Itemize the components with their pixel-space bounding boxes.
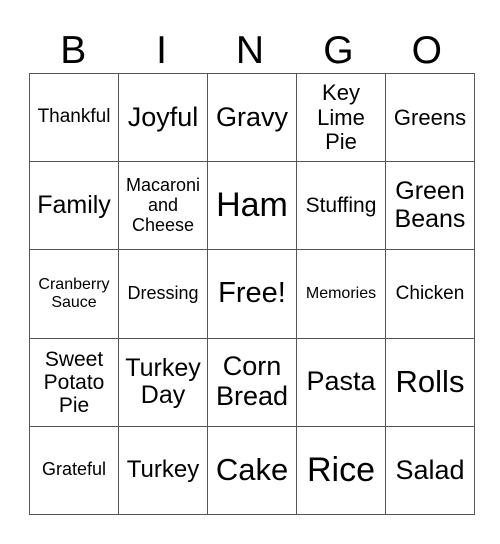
cell-text: Memories xyxy=(305,285,377,303)
cell-text: Greens xyxy=(393,104,467,130)
bingo-cell[interactable]: Corn Bread xyxy=(207,337,297,427)
cell-text: Rice xyxy=(306,450,376,489)
bingo-cell[interactable]: Pasta xyxy=(296,337,386,427)
cell-text-line: Cheese xyxy=(131,214,195,235)
bingo-cell[interactable]: Ham xyxy=(207,161,297,251)
bingo-cell[interactable]: Cake xyxy=(207,425,297,516)
cell-text-line: Macaroni xyxy=(125,175,201,196)
header-letter-o: O xyxy=(411,29,442,72)
cell-text-line: Pie xyxy=(58,393,90,417)
cell-text: Stuffing xyxy=(305,194,377,218)
header-letter-g: G xyxy=(323,29,354,72)
bingo-cell[interactable]: Chicken xyxy=(385,249,475,339)
bingo-cell[interactable]: Cranberry Sauce xyxy=(29,249,119,339)
board-row: Sweet Potato Pie Turkey Day Corn Bread P… xyxy=(29,337,475,427)
cell-text: Chicken xyxy=(395,282,465,304)
cell-text-line: Beans xyxy=(394,204,466,233)
bingo-cell[interactable]: Joyful xyxy=(118,72,208,163)
cell-text-line: Potato xyxy=(43,370,105,394)
cell-text-line: Lime xyxy=(317,104,365,130)
bingo-cell[interactable]: Turkey Day xyxy=(118,337,208,427)
bingo-cell[interactable]: Grateful xyxy=(29,425,119,516)
bingo-cell[interactable]: Turkey xyxy=(118,425,208,516)
cell-text: Thankful xyxy=(37,106,111,128)
cell-text-line: Green xyxy=(395,177,465,206)
board-row: Thankful Joyful Gravy Key Lime Pie Green… xyxy=(29,72,475,163)
cell-text: Ham xyxy=(216,186,288,225)
free-space-text: Free! xyxy=(218,277,286,310)
header-letter-n: N xyxy=(235,29,265,72)
board-row: Cranberry Sauce Dressing Free! Memories … xyxy=(29,249,475,339)
bingo-cell[interactable]: Rice xyxy=(296,425,386,516)
cell-text-line: Sauce xyxy=(51,293,97,311)
cell-text-line: Key xyxy=(322,80,360,106)
cell-text-line: Pie xyxy=(325,128,357,154)
bingo-cell[interactable]: Family xyxy=(29,161,119,251)
cell-text: Joyful xyxy=(127,101,199,132)
cell-text: Pasta xyxy=(306,366,376,397)
bingo-board: Thankful Joyful Gravy Key Lime Pie Green… xyxy=(29,72,475,516)
cell-text-line: Turkey xyxy=(125,353,201,382)
cell-text-line: Corn xyxy=(222,351,282,382)
cell-text-line: Bread xyxy=(215,381,289,412)
cell-text: Rolls xyxy=(395,364,465,400)
cell-text: Grateful xyxy=(41,459,107,480)
board-row: Family Macaroni and Cheese Ham Stuffing … xyxy=(29,161,475,251)
cell-text: Dressing xyxy=(127,283,199,304)
free-space-cell[interactable]: Free! xyxy=(207,249,297,339)
cell-text-line: Sweet xyxy=(44,347,104,371)
bingo-cell[interactable]: Macaroni and Cheese xyxy=(118,161,208,251)
cell-text: Turkey xyxy=(126,456,200,484)
bingo-cell[interactable]: Sweet Potato Pie xyxy=(29,337,119,427)
cell-text-line: Cranberry xyxy=(38,276,110,294)
board-row: Grateful Turkey Cake Rice Salad xyxy=(29,425,475,516)
bingo-cell[interactable]: Key Lime Pie xyxy=(296,72,386,163)
bingo-cell[interactable]: Salad xyxy=(385,425,475,516)
cell-text: Salad xyxy=(395,454,465,485)
bingo-cell[interactable]: Rolls xyxy=(385,337,475,427)
header-letter-b: B xyxy=(60,29,87,72)
bingo-cell[interactable]: Stuffing xyxy=(296,161,386,251)
cell-text: Family xyxy=(37,191,111,220)
cell-text-line: Day xyxy=(140,381,186,410)
bingo-cell[interactable]: Green Beans xyxy=(385,161,475,251)
header-letter-i: I xyxy=(156,29,167,72)
cell-text-line: and xyxy=(147,194,179,215)
bingo-cell[interactable]: Thankful xyxy=(29,72,119,163)
bingo-cell[interactable]: Memories xyxy=(296,249,386,339)
bingo-cell[interactable]: Dressing xyxy=(118,249,208,339)
bingo-header: B I N G O xyxy=(29,28,471,74)
bingo-cell[interactable]: Greens xyxy=(385,72,475,163)
cell-text: Cake xyxy=(215,452,289,488)
bingo-cell[interactable]: Gravy xyxy=(207,72,297,163)
cell-text: Gravy xyxy=(215,101,288,132)
